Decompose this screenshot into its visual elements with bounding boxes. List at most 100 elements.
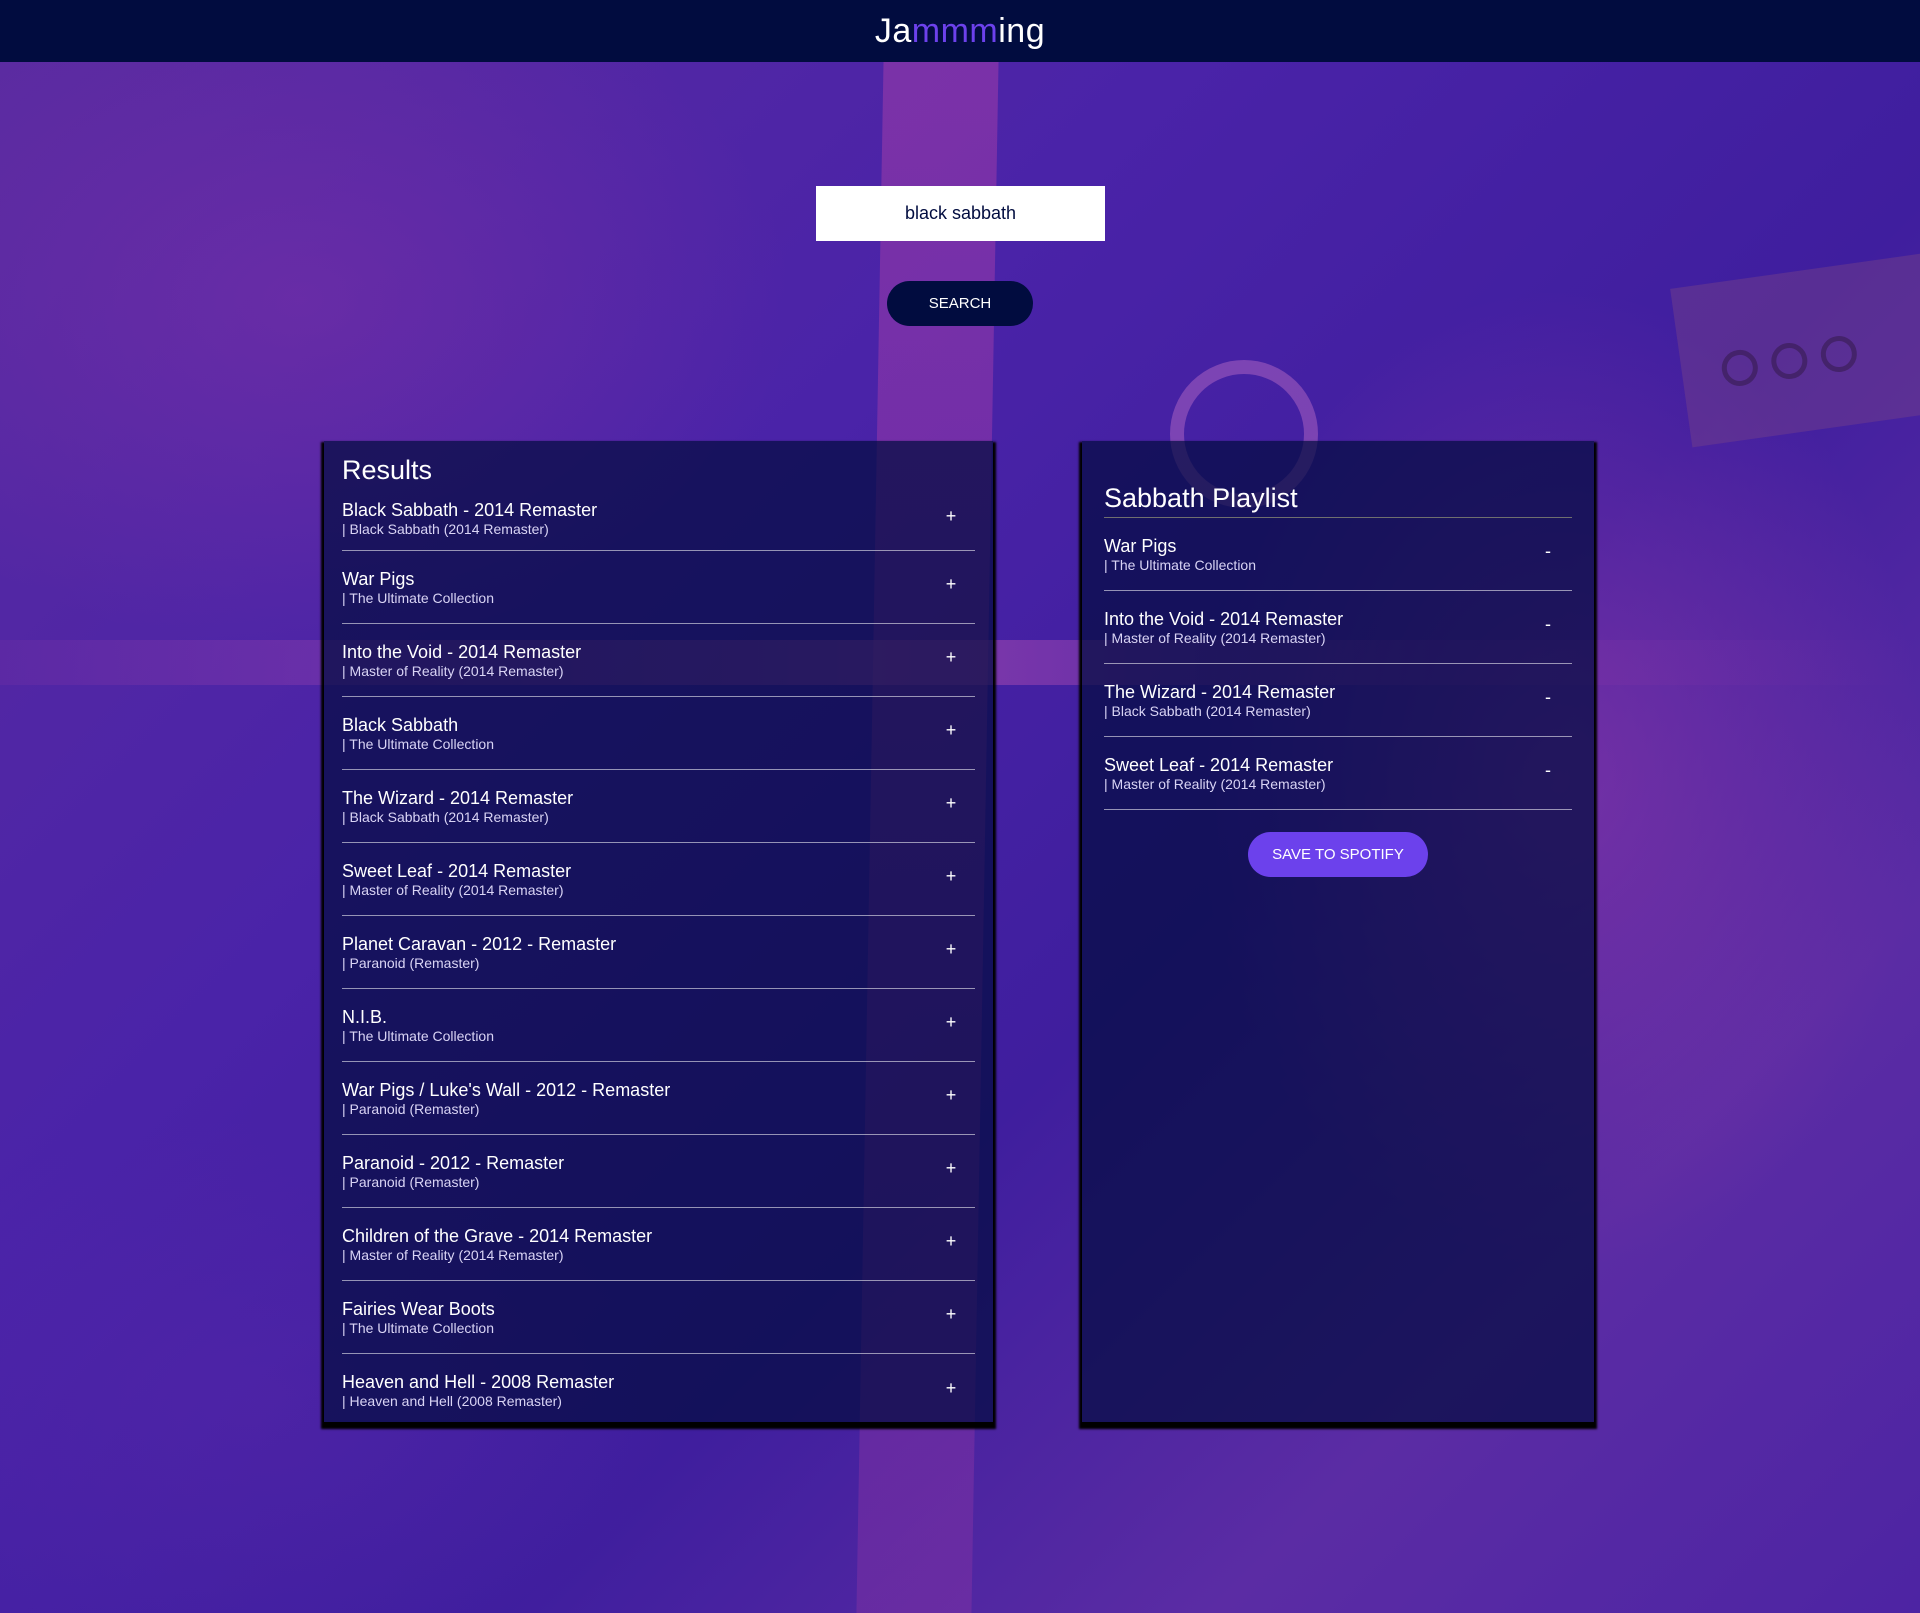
track-info: War Pigs | The Ultimate Collection [342, 568, 494, 607]
track-album: | Heaven and Hell (2008 Remaster) [342, 1393, 562, 1409]
logo-prefix: Ja [874, 12, 912, 50]
track-row: The Wizard - 2014 Remaster | Black Sabbat… [1104, 664, 1572, 737]
track-album: | The Ultimate Collection [342, 735, 494, 752]
save-to-spotify-button[interactable]: SAVE TO SPOTIFY [1248, 832, 1428, 877]
track-name: Paranoid - 2012 - Remaster [342, 1152, 565, 1173]
track-name: Heaven and Hell - 2008 Remaster [342, 1372, 615, 1392]
results-title: Results [342, 455, 433, 485]
track-name: The Wizard - 2014 Remaster [342, 787, 574, 808]
track-row: Black Sabbath - 2014 Remaster | Black Sab… [342, 487, 975, 551]
track-album: | The Ultimate Collection [342, 1027, 494, 1044]
add-track-button[interactable]: + [931, 938, 971, 960]
track-name: Children of the Grave - 2014 Remaster [342, 1225, 653, 1246]
track-album: | Master of Reality (2014 Remaster) [342, 662, 564, 679]
playlist-track-list: War Pigs | The Ultimate Collection - Into t… [1104, 518, 1572, 810]
track-row: Into the Void - 2014 Remaster | Master of… [1104, 591, 1572, 664]
track-album: | Paranoid (Remaster) [342, 1100, 480, 1117]
track-info: Sweet Leaf - 2014 Remaster | Master of Re… [1104, 754, 1333, 793]
track-album: | Paranoid (Remaster) [342, 1173, 480, 1190]
track-album: | The Ultimate Collection [342, 1319, 494, 1336]
track-name: Black Sabbath [342, 714, 459, 735]
track-album: | The Ultimate Collection [342, 589, 494, 606]
track-row: War Pigs / Luke's Wall - 2012 - Remaster… [342, 1062, 975, 1135]
track-name: War Pigs [1104, 535, 1177, 556]
track-info: Planet Caravan - 2012 - Remaster | Parano… [342, 933, 616, 972]
track-info: Into the Void - 2014 Remaster | Master of… [342, 641, 581, 680]
playlist-name-input[interactable] [1104, 481, 1572, 518]
track-row: Into the Void - 2014 Remaster | Master of… [342, 624, 975, 697]
track-name: War Pigs [342, 568, 415, 589]
track-name: Into the Void - 2014 Remaster [342, 641, 582, 662]
remove-track-button[interactable]: - [1528, 613, 1568, 635]
add-track-button[interactable]: + [931, 573, 971, 595]
track-info: Children of the Grave - 2014 Remaster | M… [342, 1225, 652, 1264]
add-track-button[interactable]: + [931, 865, 971, 887]
track-row: N.I.B. | The Ultimate Collection + [342, 989, 975, 1062]
track-info: Fairies Wear Boots | The Ultimate Collect… [342, 1298, 495, 1337]
cap-hole [1719, 347, 1761, 389]
add-track-button[interactable]: + [931, 1157, 971, 1179]
track-row: Black Sabbath | The Ultimate Collection + [342, 697, 975, 770]
logo-highlight: mmm [911, 12, 999, 50]
remove-track-button[interactable]: - [1528, 759, 1568, 781]
track-info: Paranoid - 2012 - Remaster | Paranoid (Re… [342, 1152, 564, 1191]
track-name: Black Sabbath - 2014 Remaster [342, 500, 598, 520]
track-row: Paranoid - 2012 - Remaster | Paranoid (Re… [342, 1135, 975, 1208]
track-name: War Pigs / Luke's Wall - 2012 - Remaster [342, 1079, 671, 1100]
track-name: Into the Void - 2014 Remaster [1104, 608, 1344, 629]
cap-hole [1818, 333, 1860, 375]
add-track-button[interactable]: + [931, 792, 971, 814]
track-info: Sweet Leaf - 2014 Remaster | Master of Re… [342, 860, 571, 899]
app-logo: Jammming [875, 12, 1045, 50]
track-name: Fairies Wear Boots [342, 1298, 495, 1319]
track-row: Sweet Leaf - 2014 Remaster | Master of Re… [342, 843, 975, 916]
track-info: War Pigs | The Ultimate Collection [1104, 535, 1256, 574]
add-track-button[interactable]: + [931, 1303, 971, 1325]
cap-hole [1768, 340, 1810, 382]
track-album: | Master of Reality (2014 Remaster) [342, 881, 564, 898]
track-info: War Pigs / Luke's Wall - 2012 - Remaster… [342, 1079, 670, 1118]
track-row: Children of the Grave - 2014 Remaster | M… [342, 1208, 975, 1281]
track-album: | Black Sabbath (2014 Remaster) [342, 808, 549, 825]
track-album: | Black Sabbath (2014 Remaster) [1104, 702, 1311, 719]
track-album: | Master of Reality (2014 Remaster) [1104, 775, 1326, 792]
playlist-panel: War Pigs| The Ultimate Collection - Into t… [1082, 441, 1594, 1422]
track-info: Black Sabbath | The Ultimate Collection [342, 714, 494, 753]
track-info: The Wizard - 2014 Remaster | Black Sabbat… [342, 787, 573, 826]
track-row: The Wizard - 2014 Remaster | Black Sabbat… [342, 770, 975, 843]
track-info: Black Sabbath - 2014 Remaster | Black Sab… [342, 499, 597, 538]
track-info: N.I.B. | The Ultimate Collection [342, 1006, 494, 1045]
add-track-button[interactable]: + [931, 719, 971, 741]
add-track-button[interactable]: + [931, 1377, 971, 1399]
add-track-button[interactable]: + [931, 646, 971, 668]
app-header: Jammming [0, 0, 1920, 62]
add-track-button[interactable]: + [931, 1084, 971, 1106]
add-track-button[interactable]: + [931, 1230, 971, 1252]
track-album: | Paranoid (Remaster) [342, 954, 480, 971]
remove-track-button[interactable]: - [1528, 686, 1568, 708]
track-name: N.I.B. [342, 1006, 388, 1027]
track-album: | Master of Reality (2014 Remaster) [1104, 629, 1326, 646]
search-button[interactable]: SEARCH [887, 281, 1033, 326]
track-name: The Wizard - 2014 Remaster [1104, 681, 1336, 702]
track-row: Fairies Wear Boots | The Ultimate Collect… [342, 1281, 975, 1354]
add-track-button[interactable]: + [931, 505, 971, 527]
track-row: Sweet Leaf - 2014 Remaster | Master of Re… [1104, 737, 1572, 810]
track-name: Sweet Leaf - 2014 Remaster [342, 860, 572, 881]
track-name: Planet Caravan - 2012 - Remaster [342, 933, 617, 954]
track-row: War Pigs | The Ultimate Collection + [342, 551, 975, 624]
remove-track-button[interactable]: - [1528, 540, 1568, 562]
add-track-button[interactable]: + [931, 1011, 971, 1033]
track-info: Into the Void - 2014 Remaster | Master of… [1104, 608, 1343, 647]
track-album: | Black Sabbath (2014 Remaster) [342, 521, 549, 537]
track-row: War Pigs | The Ultimate Collection - [1104, 518, 1572, 591]
track-row: Heaven and Hell - 2008 Remaster | Heaven … [342, 1354, 975, 1427]
track-info: Heaven and Hell - 2008 Remaster | Heaven … [342, 1371, 614, 1410]
results-track-list: Black Sabbath - 2014 Remaster | Black Sab… [342, 487, 975, 1427]
track-row: Planet Caravan - 2012 - Remaster | Parano… [342, 916, 975, 989]
search-input[interactable] [816, 186, 1105, 241]
track-album: | Master of Reality (2014 Remaster) [342, 1246, 564, 1263]
track-album: | The Ultimate Collection [1104, 556, 1256, 573]
track-info: The Wizard - 2014 Remaster | Black Sabbat… [1104, 681, 1335, 720]
search-results-panel: Results Black Sabbath - 2014 Remaster | B… [324, 441, 993, 1422]
